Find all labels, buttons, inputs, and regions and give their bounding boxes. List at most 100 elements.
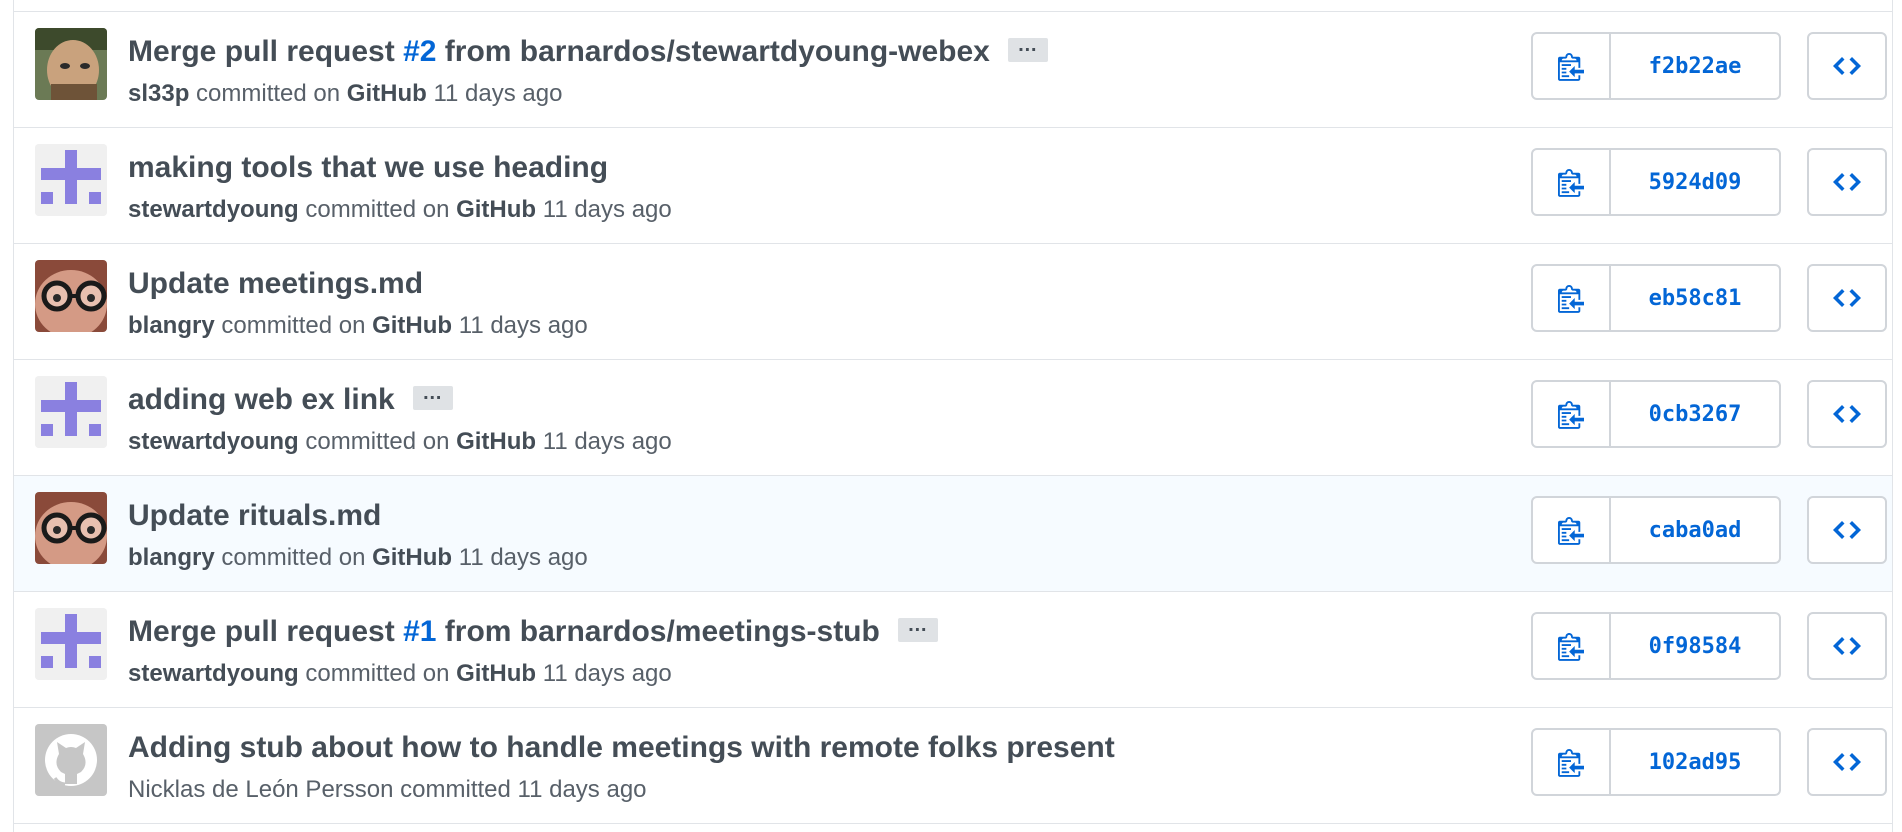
copy-sha-button[interactable] [1533, 498, 1611, 562]
commit-sha-link[interactable]: 5924d09 [1611, 150, 1779, 214]
commit-meta: blangry committed on GitHub 11 days ago [128, 311, 588, 341]
commit-title: Merge pull request #1 from barnardos/mee… [128, 614, 1072, 650]
clippy-icon [1558, 167, 1584, 197]
commit-time: 11 days ago [542, 428, 672, 455]
commit-title: Update meetings.md [128, 266, 1072, 302]
commit-message-link[interactable]: making tools that we use heading [128, 151, 608, 184]
clippy-icon [1558, 747, 1584, 777]
author-name[interactable]: stewartdyoung [128, 660, 299, 687]
copy-sha-button[interactable] [1533, 614, 1611, 678]
commit-message-link[interactable]: Update rituals.md [128, 499, 381, 532]
browse-files-button[interactable] [1807, 380, 1887, 448]
committer-name[interactable]: GitHub [372, 312, 452, 339]
commit-meta: blangry committed on GitHub 11 days ago [128, 543, 588, 573]
author-name[interactable]: blangry [128, 312, 215, 339]
commit-title: Update rituals.md [128, 498, 1072, 534]
commit-sha-link[interactable]: 102ad95 [1611, 730, 1779, 794]
author-name[interactable]: blangry [128, 544, 215, 571]
commit-meta: stewartdyoung committed on GitHub 11 day… [128, 659, 672, 689]
committed-label: committed on [305, 660, 450, 687]
commit-sha-group: 102ad95 [1531, 728, 1781, 796]
browse-files-button[interactable] [1807, 148, 1887, 216]
commit-message-link[interactable]: adding web ex link [128, 383, 395, 416]
committer-name[interactable]: GitHub [347, 80, 427, 107]
author-avatar[interactable] [35, 724, 107, 796]
copy-sha-button[interactable] [1533, 150, 1611, 214]
author-avatar[interactable] [35, 28, 107, 100]
expand-message-button[interactable]: … [1007, 35, 1048, 63]
copy-sha-button[interactable] [1533, 730, 1611, 794]
clippy-icon [1558, 515, 1584, 545]
browse-files-button[interactable] [1807, 32, 1887, 100]
commit-message-link[interactable]: Merge pull request [128, 35, 403, 68]
author-avatar[interactable] [35, 492, 107, 564]
commit-sha-group: 5924d09 [1531, 148, 1781, 216]
commit-row: adding web ex link … stewartdyoung committ… [14, 360, 1892, 476]
pull-request-link[interactable]: #1 [403, 615, 436, 648]
browse-files-button[interactable] [1807, 496, 1887, 564]
commit-sha-link[interactable]: caba0ad [1611, 498, 1779, 562]
committer-name[interactable]: GitHub [456, 428, 536, 455]
author-avatar[interactable] [35, 260, 107, 332]
commit-meta: sl33p committed on GitHub 11 days ago [128, 79, 562, 109]
pull-request-link[interactable]: #2 [403, 35, 436, 68]
author-name[interactable]: stewartdyoung [128, 196, 299, 223]
expand-message-button[interactable]: … [412, 383, 453, 411]
commit-sha-link[interactable]: eb58c81 [1611, 266, 1779, 330]
author-avatar[interactable] [35, 376, 107, 448]
code-icon [1832, 402, 1862, 426]
copy-sha-button[interactable] [1533, 382, 1611, 446]
commit-row: making tools that we use heading stewartd… [14, 128, 1892, 244]
commit-row: Merge pull request #2 from barnardos/ste… [14, 12, 1892, 128]
commit-title: adding web ex link … [128, 382, 1072, 418]
commit-row: Merge pull request #1 from barnardos/mee… [14, 592, 1892, 708]
browse-files-button[interactable] [1807, 728, 1887, 796]
author-avatar[interactable] [35, 144, 107, 216]
expand-message-button[interactable]: … [897, 615, 938, 643]
commit-title: Merge pull request #2 from barnardos/ste… [128, 34, 1072, 70]
commit-message-link[interactable]: Adding stub about how to handle meetings… [128, 731, 1115, 764]
commit-sha-group: eb58c81 [1531, 264, 1781, 332]
commit-message-suffix[interactable]: from barnardos/meetings-stub [436, 615, 880, 648]
committed-label: committed on [305, 196, 450, 223]
clippy-icon [1558, 631, 1584, 661]
committed-label: committed on [221, 544, 366, 571]
copy-sha-button[interactable] [1533, 34, 1611, 98]
commit-meta: stewartdyoung committed on GitHub 11 day… [128, 427, 672, 457]
commit-meta: stewartdyoung committed on GitHub 11 day… [128, 195, 672, 225]
commit-message-suffix[interactable]: from barnardos/stewartdyoung-webex [436, 35, 990, 68]
copy-sha-button[interactable] [1533, 266, 1611, 330]
committer-name[interactable]: GitHub [456, 660, 536, 687]
browse-files-button[interactable] [1807, 264, 1887, 332]
author-name[interactable]: sl33p [128, 80, 189, 107]
commit-list: Merge pull request #2 from barnardos/ste… [13, 0, 1893, 832]
author-name: Nicklas de León Persson [128, 776, 394, 803]
code-icon [1832, 286, 1862, 310]
commit-sha-group: caba0ad [1531, 496, 1781, 564]
browse-files-button[interactable] [1807, 612, 1887, 680]
commit-message-link[interactable]: Merge pull request [128, 615, 403, 648]
committer-name[interactable]: GitHub [456, 196, 536, 223]
code-icon [1832, 518, 1862, 542]
author-name[interactable]: stewartdyoung [128, 428, 299, 455]
commit-message-link[interactable]: Update meetings.md [128, 267, 423, 300]
committed-label: committed [400, 776, 511, 803]
committer-name[interactable]: GitHub [372, 544, 452, 571]
commit-row: Update meetings.md blangry committed on G… [14, 244, 1892, 360]
commit-sha-link[interactable]: 0cb3267 [1611, 382, 1779, 446]
commit-sha-group: 0cb3267 [1531, 380, 1781, 448]
commit-sha-group: f2b22ae [1531, 32, 1781, 100]
code-icon [1832, 634, 1862, 658]
commit-sha-group: 0f98584 [1531, 612, 1781, 680]
clippy-icon [1558, 51, 1584, 81]
commit-time: 11 days ago [458, 312, 588, 339]
commit-time: 11 days ago [458, 544, 588, 571]
commit-title: Adding stub about how to handle meetings… [128, 730, 1115, 766]
commit-sha-link[interactable]: 0f98584 [1611, 614, 1779, 678]
author-avatar[interactable] [35, 608, 107, 680]
commit-time: 11 days ago [542, 660, 672, 687]
committed-label: committed on [305, 428, 450, 455]
commit-sha-link[interactable]: f2b22ae [1611, 34, 1779, 98]
commit-row: Update rituals.md blangry committed on Gi… [14, 476, 1892, 592]
code-icon [1832, 54, 1862, 78]
